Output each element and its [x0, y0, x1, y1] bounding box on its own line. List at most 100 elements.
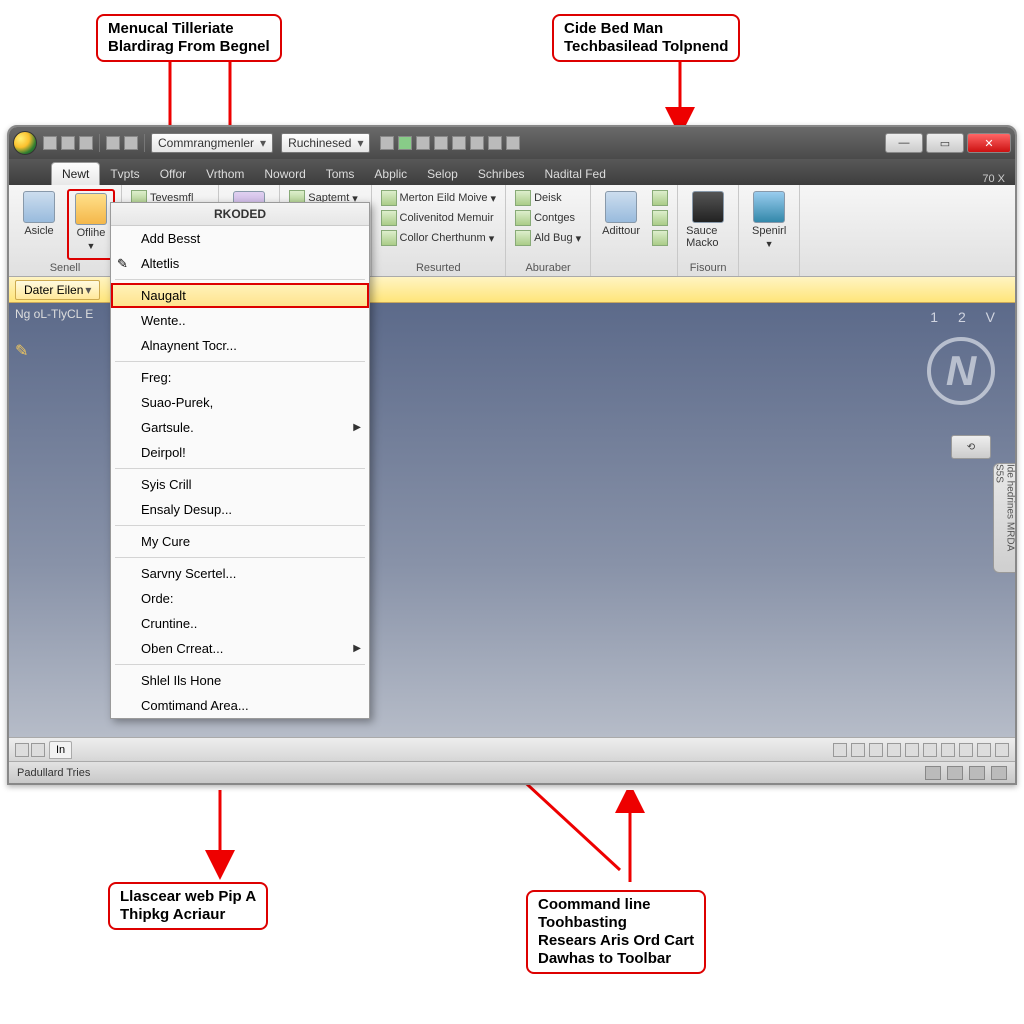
ribbon-item[interactable]: Deisk: [512, 189, 584, 207]
bug-icon: [515, 230, 531, 246]
ribbon-item[interactable]: Ald Bug▾: [512, 229, 584, 247]
tab-tvpts[interactable]: Tvpts: [100, 163, 149, 185]
status-icon[interactable]: [959, 743, 973, 757]
menu-item[interactable]: Orde:: [111, 586, 369, 611]
ribbon-item[interactable]: Merton Eild Moive▾: [378, 189, 500, 207]
menu-item[interactable]: Add Besst: [111, 226, 369, 251]
status-icon[interactable]: [995, 743, 1009, 757]
menu-item[interactable]: Gartsule.▶: [111, 415, 369, 440]
qat-icon[interactable]: [452, 136, 466, 150]
qat-icon[interactable]: [106, 136, 120, 150]
tab-scroll-left[interactable]: [15, 743, 29, 757]
status-icon[interactable]: [869, 743, 883, 757]
ribbon-group: Asicle Oflihe▼ Senell: [9, 185, 122, 276]
qat-icon[interactable]: [506, 136, 520, 150]
qat-icon[interactable]: [434, 136, 448, 150]
maximize-button[interactable]: ▭: [926, 133, 964, 153]
menu-item[interactable]: Cruntine..: [111, 611, 369, 636]
tab-nadital[interactable]: Nadital Fed: [535, 163, 616, 185]
menu-item[interactable]: My Cure: [111, 529, 369, 554]
tab-offor[interactable]: Offor: [150, 163, 196, 185]
menu-item[interactable]: Freg:: [111, 365, 369, 390]
callout-bottomright: Coommand line Toohbasting Resears Aris O…: [526, 890, 706, 974]
qat-icon[interactable]: [416, 136, 430, 150]
qat-icon[interactable]: [79, 136, 93, 150]
status-icon[interactable]: [947, 766, 963, 780]
menu-item[interactable]: Naugalt: [111, 283, 369, 308]
qat-icon[interactable]: [61, 136, 75, 150]
group-label: Aburaber: [512, 260, 584, 274]
tab-toms[interactable]: Toms: [316, 163, 365, 185]
app-menu-orb[interactable]: [13, 131, 37, 155]
dropdown-menu: RKODED Add BesstAltetlis✎NaugaltWente..A…: [110, 202, 370, 719]
tab-selop[interactable]: Selop: [417, 163, 468, 185]
close-button[interactable]: ✕: [967, 133, 1011, 153]
tab-vrthom[interactable]: Vrthom: [196, 163, 254, 185]
status-icon[interactable]: [851, 743, 865, 757]
canvas-readout: 1 2 V: [930, 309, 1003, 325]
ribbon-item[interactable]: Colivenitod Memuir: [378, 209, 500, 227]
qat-icon[interactable]: [380, 136, 394, 150]
tab-noword[interactable]: Noword: [254, 163, 315, 185]
menu-item[interactable]: Shlel Ils Hone: [111, 668, 369, 693]
menu-item[interactable]: Deirpol!: [111, 440, 369, 465]
tab-schribes[interactable]: Schribes: [468, 163, 535, 185]
ribbon-btn-adittour[interactable]: Adittour: [597, 189, 645, 272]
qat-icon[interactable]: [488, 136, 502, 150]
status-icon[interactable]: [887, 743, 901, 757]
status-icon[interactable]: [941, 743, 955, 757]
chevron-down-icon: ▼: [87, 241, 96, 251]
menu-item[interactable]: Alnaynent Tocr...: [111, 333, 369, 358]
status-icon[interactable]: [969, 766, 985, 780]
status-icon[interactable]: [925, 766, 941, 780]
tab-abplic[interactable]: Abplic: [364, 163, 417, 185]
model-tabs: In: [9, 737, 1015, 761]
qat-icon[interactable]: [470, 136, 484, 150]
ribbon-btn-oflihe[interactable]: Oflihe▼: [67, 189, 115, 260]
qat-icon[interactable]: [124, 136, 138, 150]
ribbon-item[interactable]: [649, 209, 671, 227]
menu-item[interactable]: Wente..: [111, 308, 369, 333]
chevron-down-icon: ▾: [489, 232, 495, 245]
title-combo-2[interactable]: Ruchinesed▾: [281, 133, 370, 153]
menu-item[interactable]: Comtimand Area...: [111, 693, 369, 718]
menu-item[interactable]: Altetlis✎: [111, 251, 369, 276]
ribbon-item[interactable]: Collor Cherthunm▾: [378, 229, 500, 247]
ribbon-btn-spenirl[interactable]: Spenirl▼: [745, 189, 793, 272]
menu-item[interactable]: Sarvny Scertel...: [111, 561, 369, 586]
status-icon[interactable]: [977, 743, 991, 757]
menu-item[interactable]: Suao-Purek,: [111, 390, 369, 415]
status-icon[interactable]: [905, 743, 919, 757]
qat-icon[interactable]: [43, 136, 57, 150]
ribbon-item[interactable]: [649, 189, 671, 207]
status-icon[interactable]: [991, 766, 1007, 780]
tab-scroll-right[interactable]: [31, 743, 45, 757]
ribbon-tabs: Newt Tvpts Offor Vrthom Noword Toms Abpl…: [9, 159, 1015, 185]
pencil-icon: ✎: [117, 256, 133, 272]
minimize-button[interactable]: —: [885, 133, 923, 153]
list-icon: [381, 210, 397, 226]
ribbon-item[interactable]: Contges: [512, 209, 584, 227]
panel-button[interactable]: Dater Eilen▾: [15, 280, 100, 300]
arrow-bottomleft: [200, 790, 240, 880]
menu-item[interactable]: Oben Crreat...▶: [111, 636, 369, 661]
status-icon[interactable]: [833, 743, 847, 757]
separator: [99, 134, 100, 152]
ribbon-btn-sauce[interactable]: Sauce Macko: [684, 189, 732, 260]
ribbon-item[interactable]: [649, 229, 671, 247]
qat-icon[interactable]: [398, 136, 412, 150]
group-label: [597, 272, 671, 274]
ribbon-group: Sauce Macko Fisourn: [678, 185, 739, 276]
model-tab[interactable]: In: [49, 741, 72, 759]
window-controls: — ▭ ✕: [882, 133, 1011, 153]
menu-item[interactable]: Ensaly Desup...: [111, 497, 369, 522]
menu-item[interactable]: Syis Crill: [111, 472, 369, 497]
side-panel-tab[interactable]: Ide hedrines MRDA S5S: [993, 463, 1015, 573]
tool-icon: [652, 190, 668, 206]
status-icon[interactable]: [923, 743, 937, 757]
title-combo-1[interactable]: Commrangmenler▾: [151, 133, 273, 153]
ribbon-btn-asicle[interactable]: Asicle: [15, 189, 63, 260]
tool-icon: [652, 230, 668, 246]
tab-newt[interactable]: Newt: [51, 162, 100, 185]
nav-widget[interactable]: ⟲: [951, 435, 991, 459]
